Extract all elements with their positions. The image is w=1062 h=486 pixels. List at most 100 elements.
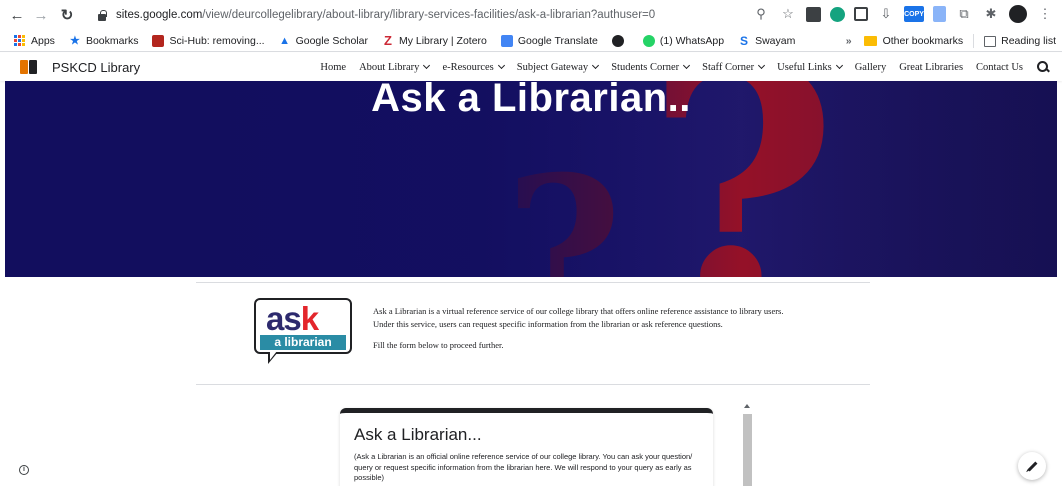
bookmarks-bar: Apps ★ Bookmarks Sci-Hub: removing... ▲ …	[0, 30, 1062, 52]
nav-great-libraries[interactable]: Great Libraries	[899, 62, 963, 73]
chevron-down-icon	[835, 61, 843, 70]
tab-extension-icon[interactable]: ⧉	[955, 5, 973, 23]
bookmark-label: Sci-Hub: removing...	[169, 34, 265, 47]
nav-label: Staff Corner	[702, 61, 755, 73]
nav-students-corner[interactable]: Students Corner	[611, 61, 691, 73]
nav-label: Contact Us	[976, 61, 1023, 73]
bookmark-star-icon[interactable]: ☆	[779, 5, 797, 23]
address-bar[interactable]: sites.google.com/view/deurcollegelibrary…	[96, 4, 756, 26]
nav-gallery[interactable]: Gallery	[855, 62, 887, 73]
nav-about-library[interactable]: About Library	[359, 61, 431, 73]
other-bookmarks-button[interactable]: Other bookmarks	[883, 35, 964, 47]
browser-toolbar: ← → ↻ sites.google.com/view/deurcollegel…	[0, 0, 1062, 30]
chevron-down-icon	[592, 61, 600, 70]
nav-label: Subject Gateway	[516, 61, 589, 73]
profile-avatar[interactable]	[1009, 5, 1027, 23]
chrome-circle-icon	[611, 34, 624, 47]
nav-useful-links[interactable]: Useful Links	[777, 61, 843, 73]
nav-home[interactable]: Home	[320, 62, 346, 73]
nav-staff-corner[interactable]: Staff Corner	[702, 61, 766, 73]
logo-subtitle: a librarian	[260, 335, 346, 350]
chevron-down-icon	[423, 61, 431, 70]
screenshot-extension-icon[interactable]	[854, 7, 868, 21]
bookmark-label: (1) WhatsApp	[659, 34, 725, 47]
zoom-icon[interactable]: ⚲	[752, 5, 770, 23]
bookmark-google-translate[interactable]: Google Translate	[500, 34, 598, 47]
lock-icon	[96, 9, 108, 21]
scroll-thumb[interactable]	[743, 414, 752, 486]
divider	[196, 384, 870, 385]
speech-bubble-icon: ask a librarian	[254, 298, 352, 354]
nav-label: e-Resources	[442, 61, 494, 73]
bookmark-label: Google Scholar	[295, 34, 368, 47]
nav-contact-us[interactable]: Contact Us	[976, 62, 1023, 73]
grammarly-extension-icon[interactable]	[830, 6, 845, 22]
scholar-icon: ▲	[279, 34, 291, 47]
logo-k-letter: k	[300, 300, 319, 337]
scroll-up-icon[interactable]	[744, 404, 750, 408]
pencil-icon	[1027, 461, 1037, 471]
bookmark-label: Swayam	[755, 34, 796, 47]
search-icon[interactable]	[1036, 60, 1050, 74]
copy-extension-icon[interactable]: COPY	[904, 6, 924, 22]
divider	[196, 282, 870, 283]
bookmark-whatsapp[interactable]: (1) WhatsApp	[642, 34, 725, 47]
nav-label: Gallery	[854, 61, 887, 73]
swayam-icon: S	[740, 33, 749, 48]
nav-subject-gateway[interactable]: Subject Gateway	[516, 61, 600, 73]
bookmark-google-scholar[interactable]: ▲ Google Scholar	[279, 35, 368, 47]
scihub-icon	[152, 34, 165, 47]
info-icon[interactable]: i	[19, 465, 29, 475]
chevron-down-icon	[497, 61, 505, 70]
book-logo-icon[interactable]	[20, 59, 38, 75]
url-path: /view/deurcollegelibrary/about-library/l…	[202, 9, 656, 21]
form-description: (Ask a Librarian is an official online r…	[354, 452, 693, 482]
nav-label: Home	[320, 61, 347, 73]
nav-label: Great Libraries	[899, 61, 964, 73]
intro-paragraph: Ask a Librarian is a virtual reference s…	[373, 306, 784, 329]
nav-label: Useful Links	[777, 61, 832, 73]
embedded-form[interactable]: Ask a Librarian... (Ask a Librarian is a…	[340, 408, 713, 486]
reading-list-icon	[984, 35, 997, 47]
intro-instruction: Fill the form below to proceed further.	[373, 340, 504, 350]
translate-icon	[500, 34, 513, 47]
bookmark-bookmarks[interactable]: ★ Bookmarks	[69, 34, 139, 47]
nav-label: Students Corner	[611, 61, 680, 73]
divider	[973, 34, 975, 48]
logo-ask-word: ask	[266, 300, 319, 337]
zotero-icon: Z	[383, 32, 392, 48]
document-extension-icon[interactable]	[933, 6, 946, 22]
puzzle-extensions-icon[interactable]: ✱	[982, 5, 1000, 23]
form-scrollbar[interactable]	[743, 404, 752, 486]
site-title[interactable]: PSKCD Library	[52, 60, 140, 75]
reload-icon[interactable]: ↻	[56, 4, 78, 26]
extension-tray: ⚲ ☆ ⇩ COPY ⧉ ✱ ⋮	[752, 5, 1054, 23]
bookmark-label: Google Translate	[517, 34, 598, 47]
download-extension-icon[interactable]: ⇩	[877, 5, 895, 23]
reading-list-button[interactable]: Reading list	[1001, 35, 1056, 47]
bookmark-swayam[interactable]: S Swayam	[738, 35, 795, 47]
logo-ask-letters: as	[266, 300, 302, 337]
menu-kebab-icon[interactable]: ⋮	[1036, 5, 1054, 23]
nav-label: About Library	[359, 61, 420, 73]
chevron-down-icon	[683, 61, 691, 70]
ask-a-librarian-logo: ask a librarian	[254, 298, 352, 366]
nav-e-resources[interactable]: e-Resources	[442, 61, 505, 73]
form-title: Ask a Librarian...	[354, 425, 482, 444]
whatsapp-icon	[642, 34, 655, 47]
hero-title: Ask a Librarian..	[371, 76, 691, 120]
bookmarks-overflow-button[interactable]: »	[846, 35, 852, 47]
url-host: sites.google.com	[116, 9, 203, 21]
bookmark-label: Apps	[31, 34, 55, 47]
back-arrow-icon[interactable]: ←	[6, 4, 28, 26]
bookmark-apps[interactable]: Apps	[14, 35, 55, 47]
qr-extension-icon[interactable]	[806, 6, 821, 22]
edit-button[interactable]	[1018, 452, 1046, 480]
bookmark-scihub[interactable]: Sci-Hub: removing...	[152, 34, 265, 47]
bookmark-label: Bookmarks	[85, 34, 139, 47]
bookmark-zotero[interactable]: Z My Library | Zotero	[382, 32, 487, 48]
bookmark-unnamed[interactable]	[611, 34, 629, 47]
forward-arrow-icon[interactable]: →	[30, 4, 52, 26]
apps-grid-icon	[14, 35, 25, 46]
chevron-down-icon	[758, 61, 766, 70]
